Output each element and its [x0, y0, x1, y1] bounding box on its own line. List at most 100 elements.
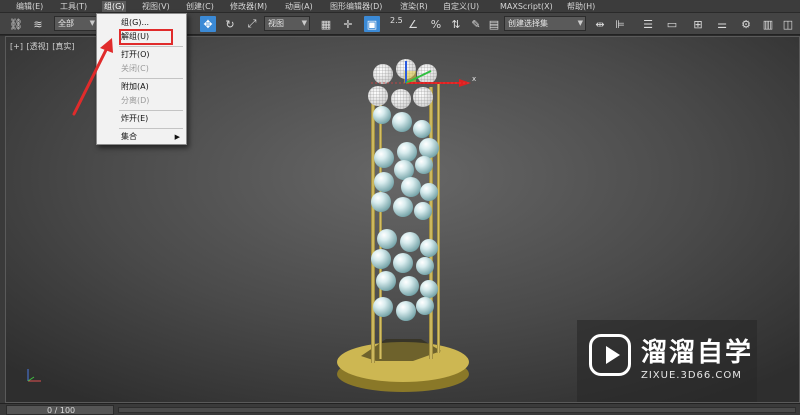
selection-filter-value: 全部 — [58, 19, 74, 28]
menu-item-group[interactable]: 组(G)... — [97, 16, 186, 30]
sphere — [396, 301, 416, 321]
align-icon[interactable]: ⊫ — [612, 16, 628, 32]
menu-bar: 编辑(E) 工具(T) 组(G) 视图(V) 创建(C) 修改器(M) 动画(A… — [0, 0, 800, 13]
select-and-scale-icon[interactable]: ⤢ — [244, 16, 260, 32]
render-frame-icon[interactable]: ◫ — [780, 16, 796, 32]
link-icon[interactable]: ⛓ — [8, 16, 24, 32]
gizmo-x-label: x — [472, 75, 476, 83]
menu-separator — [119, 78, 183, 79]
material-editor-icon[interactable]: ⚙ — [738, 16, 754, 32]
keyboard-shortcut-override-icon[interactable]: ▣ — [364, 16, 380, 32]
sphere — [393, 253, 413, 273]
pivot-center-icon[interactable]: ▦ — [318, 16, 334, 32]
3dsmax-window: 编辑(E) 工具(T) 组(G) 视图(V) 创建(C) 修改器(M) 动画(A… — [0, 0, 800, 415]
sphere — [400, 232, 420, 252]
menu-item-assembly-label: 集合 — [121, 132, 137, 141]
sphere — [414, 202, 432, 220]
menu-item-assembly[interactable]: 集合 ▶ — [97, 130, 186, 144]
sphere — [413, 120, 431, 138]
menu-item-attach[interactable]: 附加(A) — [97, 80, 186, 94]
menu-maxscript[interactable]: MAXScript(X) — [500, 1, 553, 12]
sphere — [371, 249, 391, 269]
bind-space-warp-icon[interactable]: ≋ — [30, 16, 46, 32]
time-slider[interactable]: 0 / 100 — [6, 405, 114, 415]
sphere — [373, 297, 393, 317]
sphere — [376, 271, 396, 291]
sphere — [415, 156, 433, 174]
chevron-down-icon: ▼ — [89, 19, 95, 27]
sphere — [397, 142, 417, 162]
pole-back-left — [379, 91, 382, 359]
chevron-down-icon: ▼ — [301, 19, 307, 27]
menu-edit[interactable]: 编辑(E) — [16, 1, 43, 12]
time-slider-frame: 0 / 100 — [47, 406, 76, 415]
selection-filter-dropdown[interactable]: 全部 ▼ — [54, 16, 98, 31]
menu-create[interactable]: 创建(C) — [186, 1, 214, 12]
menu-tools[interactable]: 工具(T) — [60, 1, 87, 12]
select-and-move-icon[interactable]: ✥ — [200, 16, 216, 32]
tripod-y-axis — [27, 376, 35, 382]
watermark-url: ZIXUE.3D66.COM — [641, 370, 742, 381]
select-manipulate-icon[interactable]: ✛ — [340, 16, 356, 32]
sphere — [373, 106, 391, 124]
sphere — [377, 229, 397, 249]
percent-snap-icon[interactable]: % — [428, 16, 444, 32]
select-and-rotate-icon[interactable]: ↻ — [222, 16, 238, 32]
edit-named-selection-icon[interactable]: ✎ — [468, 16, 484, 32]
reference-coord-dropdown[interactable]: 视图 ▼ — [264, 16, 310, 31]
angle-snap-icon[interactable]: ∠ — [405, 16, 421, 32]
wire-sphere — [368, 86, 388, 106]
curve-editor-icon[interactable]: ⊞ — [690, 16, 706, 32]
menu-views[interactable]: 视图(V) — [142, 1, 170, 12]
wire-sphere — [373, 64, 393, 84]
menu-item-close: 关闭(C) — [121, 64, 149, 73]
menu-separator — [119, 46, 183, 47]
sphere — [393, 197, 413, 217]
menu-graph-editors[interactable]: 图形编辑器(D) — [330, 1, 382, 12]
menu-item-detach: 分离(D) — [121, 96, 150, 105]
menu-separator — [119, 110, 183, 111]
sphere — [392, 112, 412, 132]
named-selection-dropdown[interactable]: 创建选择集 ▼ — [504, 16, 586, 31]
render-setup-icon[interactable]: ▥ — [760, 16, 776, 32]
menu-animation[interactable]: 动画(A) — [285, 1, 313, 12]
sphere — [374, 172, 394, 192]
chevron-down-icon: ▼ — [577, 19, 583, 27]
sphere — [371, 192, 391, 212]
highlight-box — [119, 29, 173, 45]
sphere — [420, 239, 438, 257]
track-bar[interactable] — [118, 407, 796, 413]
menu-separator — [119, 128, 183, 129]
angle-snap-value: 2.5 — [390, 16, 403, 25]
sphere — [420, 280, 438, 298]
play-logo-icon — [589, 334, 631, 376]
sphere — [399, 276, 419, 296]
sphere — [420, 183, 438, 201]
group-menu: 组(G)... 解组(U) 打开(O) 关闭(C) 附加(A) 分离(D) 炸开… — [96, 13, 187, 145]
menu-item-explode[interactable]: 炸开(E) — [97, 112, 186, 126]
wire-sphere — [391, 89, 411, 109]
menu-group[interactable]: 组(G) — [102, 1, 127, 12]
time-bar: 0 / 100 — [0, 403, 800, 415]
sphere — [419, 138, 439, 158]
menu-rendering[interactable]: 渲染(R) — [400, 1, 428, 12]
menu-help[interactable]: 帮助(H) — [567, 1, 595, 12]
named-selection-icon[interactable]: ▤ — [486, 16, 502, 32]
layer-manager-icon[interactable]: ☰ — [640, 16, 656, 32]
wire-sphere — [413, 87, 433, 107]
sphere — [416, 257, 434, 275]
sphere — [416, 297, 434, 315]
graphite-tools-icon[interactable]: ▭ — [664, 16, 680, 32]
menu-modifiers[interactable]: 修改器(M) — [230, 1, 267, 12]
watermark-title: 溜溜自学 — [641, 338, 754, 368]
watermark: 溜溜自学 ZIXUE.3D66.COM — [577, 320, 757, 402]
menu-item-open[interactable]: 打开(O) — [97, 48, 186, 62]
sphere — [401, 177, 421, 197]
sphere — [374, 148, 394, 168]
spinner-snap-icon[interactable]: ⇅ — [448, 16, 464, 32]
schematic-view-icon[interactable]: ⚌ — [714, 16, 730, 32]
mirror-icon[interactable]: ⇹ — [592, 16, 608, 32]
named-selection-placeholder: 创建选择集 — [508, 19, 548, 28]
menu-customize[interactable]: 自定义(U) — [443, 1, 479, 12]
view-axis-tripod — [27, 369, 41, 382]
